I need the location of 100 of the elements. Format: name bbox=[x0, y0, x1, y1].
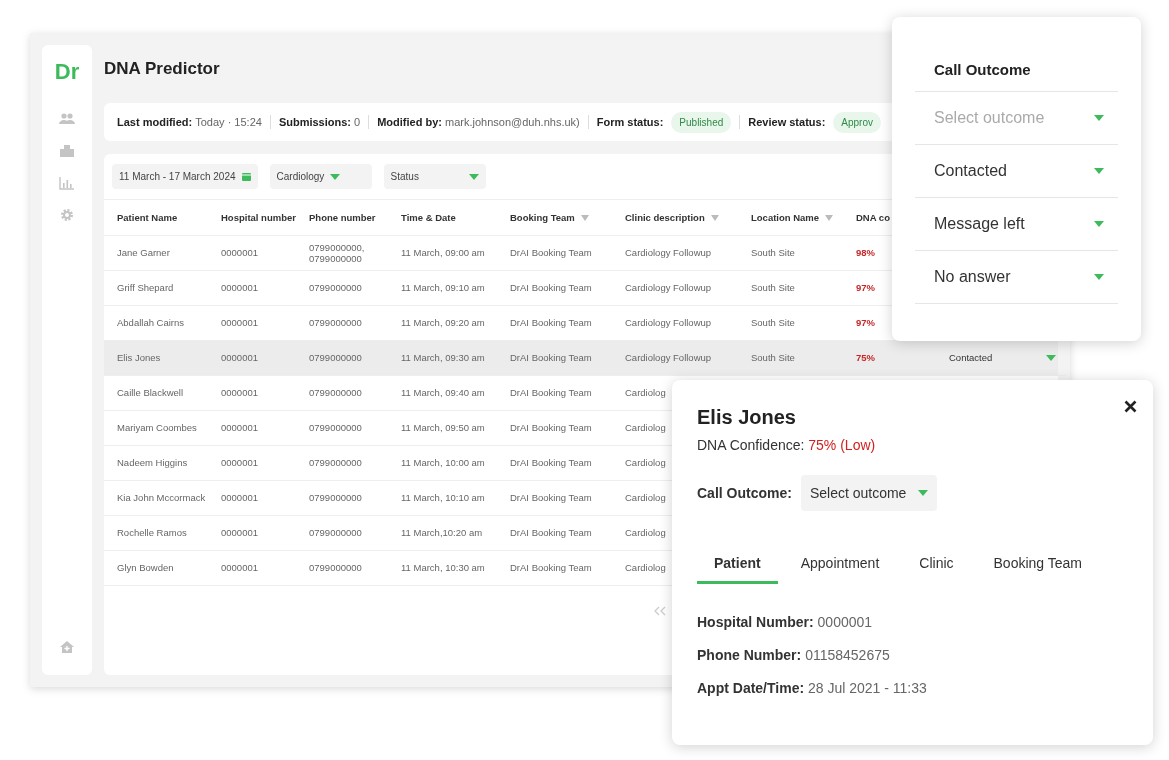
table-cell: DrAI Booking Team bbox=[502, 516, 617, 551]
logo: Dr bbox=[54, 59, 80, 85]
date-range-field[interactable]: 11 March - 17 March 2024 bbox=[112, 164, 258, 189]
caret-icon bbox=[918, 490, 929, 496]
table-cell: DrAI Booking Team bbox=[502, 446, 617, 481]
sort-icon[interactable] bbox=[825, 214, 834, 221]
table-cell: 0000001 bbox=[213, 516, 301, 551]
filter-dropdown[interactable]: Status bbox=[383, 164, 486, 189]
table-cell: Cardiology Followup bbox=[617, 341, 743, 376]
caret-icon bbox=[1046, 355, 1056, 361]
table-cell: DrAI Booking Team bbox=[502, 341, 617, 376]
table-cell: 11 March, 09:50 am bbox=[393, 411, 502, 446]
info-label: Last modified: bbox=[117, 116, 193, 128]
outcome-option[interactable]: Contacted bbox=[915, 145, 1118, 198]
tab[interactable]: Booking Team bbox=[976, 547, 1099, 584]
filter-dropdown[interactable]: Cardiology bbox=[269, 164, 372, 189]
caret-icon bbox=[1094, 274, 1104, 280]
info-label: Form status: bbox=[596, 116, 664, 128]
table-cell: 11 March, 09:40 am bbox=[393, 376, 502, 411]
table-cell: 0000001 bbox=[213, 551, 301, 586]
table-cell: Cardiology Followup bbox=[617, 236, 743, 271]
detail-field: Appt Date/Time: 28 Jul 2021 - 11:33 bbox=[697, 680, 1128, 696]
table-cell: DrAI Booking Team bbox=[502, 271, 617, 306]
table-cell: Kia John Mccormack bbox=[104, 481, 213, 516]
table-cell: 0000001 bbox=[213, 236, 301, 271]
column-header[interactable]: Clinic description bbox=[617, 199, 743, 236]
column-header[interactable]: Phone number bbox=[301, 199, 393, 236]
info-value: mark.johnson@duh.nhs.uk) bbox=[444, 116, 580, 128]
column-header[interactable]: Patient Name bbox=[104, 199, 213, 236]
calendar-icon bbox=[241, 172, 251, 181]
table-cell: 0000001 bbox=[213, 376, 301, 411]
table-cell: DrAI Booking Team bbox=[502, 481, 617, 516]
home-icon[interactable] bbox=[59, 640, 75, 654]
table-cell: South Site bbox=[743, 271, 848, 306]
table-cell: 0000001 bbox=[213, 271, 301, 306]
table-cell: Mariyam Coombes bbox=[104, 411, 213, 446]
table-cell: 11 March, 09:30 am bbox=[393, 341, 502, 376]
outcome-select[interactable]: Select outcome bbox=[800, 475, 938, 511]
table-cell: Jane Garner bbox=[104, 236, 213, 271]
close-icon[interactable] bbox=[1124, 400, 1137, 413]
outcome-option[interactable]: No answer bbox=[915, 251, 1118, 304]
info-label: Modified by: bbox=[377, 116, 442, 128]
chart-icon[interactable] bbox=[59, 176, 75, 190]
column-header[interactable]: Hospital number bbox=[213, 199, 301, 236]
caret-icon bbox=[468, 173, 479, 180]
info-value: Today · 15:24 bbox=[194, 116, 262, 128]
detail-field: Phone Number: 01158452675 bbox=[697, 647, 1128, 663]
status-badge: Approv bbox=[833, 111, 881, 133]
info-label: Review status: bbox=[748, 116, 826, 128]
table-cell: 0799000000 bbox=[301, 376, 393, 411]
first-page-icon[interactable] bbox=[654, 606, 666, 616]
table-cell: 0000001 bbox=[213, 446, 301, 481]
info-label: Submissions: bbox=[278, 116, 351, 128]
table-cell: 0000001 bbox=[213, 341, 301, 376]
caret-icon bbox=[1094, 168, 1104, 174]
table-cell: Cardiology Followup bbox=[617, 271, 743, 306]
people-icon[interactable] bbox=[59, 112, 75, 126]
tab[interactable]: Appointment bbox=[783, 547, 897, 584]
caret-icon bbox=[1094, 221, 1104, 227]
table-cell: Rochelle Ramos bbox=[104, 516, 213, 551]
table-cell: 0799000000 bbox=[301, 271, 393, 306]
page-title: DNA Predictor bbox=[104, 59, 220, 79]
outcome-option[interactable]: Message left bbox=[915, 198, 1118, 251]
caret-icon bbox=[1094, 115, 1104, 121]
table-cell: 0799000000 bbox=[301, 516, 393, 551]
table-cell: 0799000000 bbox=[301, 481, 393, 516]
table-cell: Griff Shepard bbox=[104, 271, 213, 306]
table-cell: 11 March, 10:30 am bbox=[393, 551, 502, 586]
caret-icon bbox=[330, 173, 341, 180]
table-cell: DrAI Booking Team bbox=[502, 376, 617, 411]
info-value: 0 bbox=[353, 116, 361, 128]
table-cell: 0799000000, 0799000000 bbox=[301, 236, 393, 271]
table-cell: South Site bbox=[743, 236, 848, 271]
column-header[interactable]: Location Name bbox=[743, 199, 848, 236]
table-cell: Elis Jones bbox=[104, 341, 213, 376]
table-cell: 11 March, 09:10 am bbox=[393, 271, 502, 306]
column-header[interactable]: Booking Team bbox=[502, 199, 617, 236]
table-cell: 0799000000 bbox=[301, 551, 393, 586]
building-icon[interactable] bbox=[59, 144, 75, 158]
tab[interactable]: Clinic bbox=[902, 547, 971, 584]
column-header[interactable]: Time & Date bbox=[393, 199, 502, 236]
table-cell: 11 March, 10:10 am bbox=[393, 481, 502, 516]
table-cell: South Site bbox=[743, 341, 848, 376]
sort-icon[interactable] bbox=[580, 214, 589, 221]
table-cell: 0799000000 bbox=[301, 411, 393, 446]
status-badge: Published bbox=[671, 111, 732, 133]
table-cell: 0799000000 bbox=[301, 446, 393, 481]
sort-icon[interactable] bbox=[710, 214, 719, 221]
table-cell: DrAI Booking Team bbox=[502, 551, 617, 586]
tab[interactable]: Patient bbox=[697, 547, 778, 584]
table-cell: 11 March,10:20 am bbox=[393, 516, 502, 551]
table-cell: 11 March, 09:00 am bbox=[393, 236, 502, 271]
table-cell: 0000001 bbox=[213, 411, 301, 446]
table-cell: 0799000000 bbox=[301, 341, 393, 376]
table-cell: DrAI Booking Team bbox=[502, 236, 617, 271]
table-cell: Caille Blackwell bbox=[104, 376, 213, 411]
table-cell: 11 March, 10:00 am bbox=[393, 446, 502, 481]
table-cell: Glyn Bowden bbox=[104, 551, 213, 586]
settings-icon[interactable] bbox=[59, 208, 75, 222]
table-cell: Nadeem Higgins bbox=[104, 446, 213, 481]
